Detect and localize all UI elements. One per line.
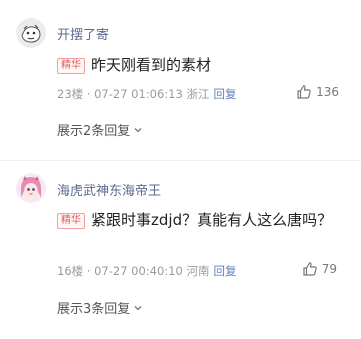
expand-replies-button[interactable]: 展示3条回复	[57, 298, 143, 317]
expand-replies-label: 展示3条回复	[57, 302, 131, 317]
like-count: 79	[321, 262, 337, 276]
like-button[interactable]: 79	[302, 261, 337, 277]
comment-username[interactable]: 海虎武神东海帝王	[57, 180, 161, 199]
anime-girl-avatar-icon	[16, 173, 46, 203]
reply-button[interactable]: 回复	[213, 264, 236, 278]
thumbs-up-icon	[303, 262, 317, 276]
comment-meta: 16楼 · 07-27 00:40:10 河南 回复	[57, 263, 236, 279]
comment-meta-info: 16楼 · 07-27 00:40:10 河南	[57, 264, 210, 278]
featured-badge: 精华	[57, 213, 85, 229]
user-avatar[interactable]	[16, 173, 46, 203]
comment-text: 精华 紧跟时事zdjd？真能有人这么唐吗？	[57, 208, 347, 232]
comment-body: 紧跟时事zdjd？真能有人这么唐吗？	[91, 211, 333, 229]
chevron-down-icon	[134, 305, 142, 310]
comment-item: 海虎武神东海帝王 精华 紧跟时事zdjd？真能有人这么唐吗？ 16楼 · 07-2…	[0, 0, 361, 339]
